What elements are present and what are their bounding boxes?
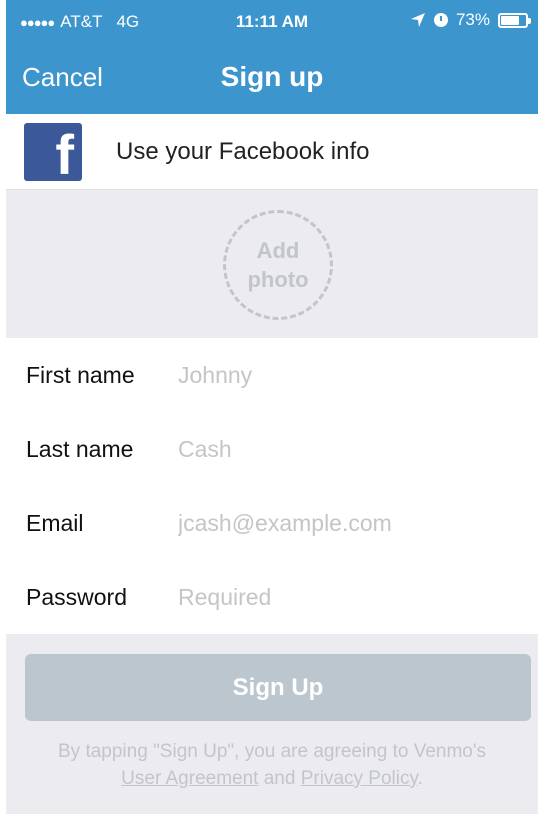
sign-up-button[interactable]: Sign Up [25, 654, 531, 721]
battery-icon [498, 12, 531, 28]
email-row: Email [6, 486, 538, 560]
first-name-label: First name [26, 361, 135, 388]
add-photo-button[interactable]: Add photo [223, 210, 333, 320]
status-right: 73% [410, 10, 531, 30]
top-bar: ●●●●● AT&T 4G 11:11 AM 73% Cancel Sign u… [6, 0, 538, 114]
first-name-row: First name [6, 338, 538, 412]
nav-bar: Cancel Sign up [6, 50, 538, 104]
email-field[interactable] [178, 509, 498, 537]
last-name-label: Last name [26, 435, 134, 462]
status-bar: ●●●●● AT&T 4G 11:11 AM 73% [6, 0, 538, 44]
alarm-icon [433, 13, 448, 27]
password-field[interactable] [178, 583, 498, 611]
facebook-logo-letter: f [55, 122, 74, 181]
last-name-field[interactable] [178, 435, 498, 463]
facebook-icon: f [24, 122, 82, 181]
last-name-row: Last name [6, 412, 538, 486]
password-row: Password [6, 560, 538, 634]
location-arrow-icon [410, 13, 425, 27]
battery-percent: 73% [455, 10, 490, 29]
add-photo-label-line2: photo [247, 267, 309, 292]
first-name-field[interactable] [178, 361, 498, 389]
page-title: Sign up [220, 61, 324, 92]
terms-period: . [417, 768, 423, 789]
bottom-area: Sign Up By tapping "Sign Up", you are ag… [6, 634, 538, 814]
facebook-signup-label: Use your Facebook info [116, 137, 370, 165]
add-photo-label-line1: Add [256, 238, 300, 263]
battery-fill [501, 15, 519, 25]
password-label: Password [26, 583, 127, 610]
signup-form: First name Last name Email Password [6, 338, 538, 634]
email-label: Email [26, 509, 84, 536]
terms-text: By tapping "Sign Up", you are agreeing t… [16, 738, 528, 792]
photo-area: Add photo [6, 190, 538, 338]
privacy-policy-link[interactable]: Privacy Policy [301, 768, 418, 789]
user-agreement-link[interactable]: User Agreement [121, 768, 258, 789]
terms-and: and [263, 768, 296, 789]
facebook-signup-row[interactable]: f Use your Facebook info [6, 114, 538, 190]
signup-screen: ●●●●● AT&T 4G 11:11 AM 73% Cancel Sign u… [6, 0, 538, 814]
terms-prefix: By tapping "Sign Up", you are agreeing t… [58, 741, 486, 762]
